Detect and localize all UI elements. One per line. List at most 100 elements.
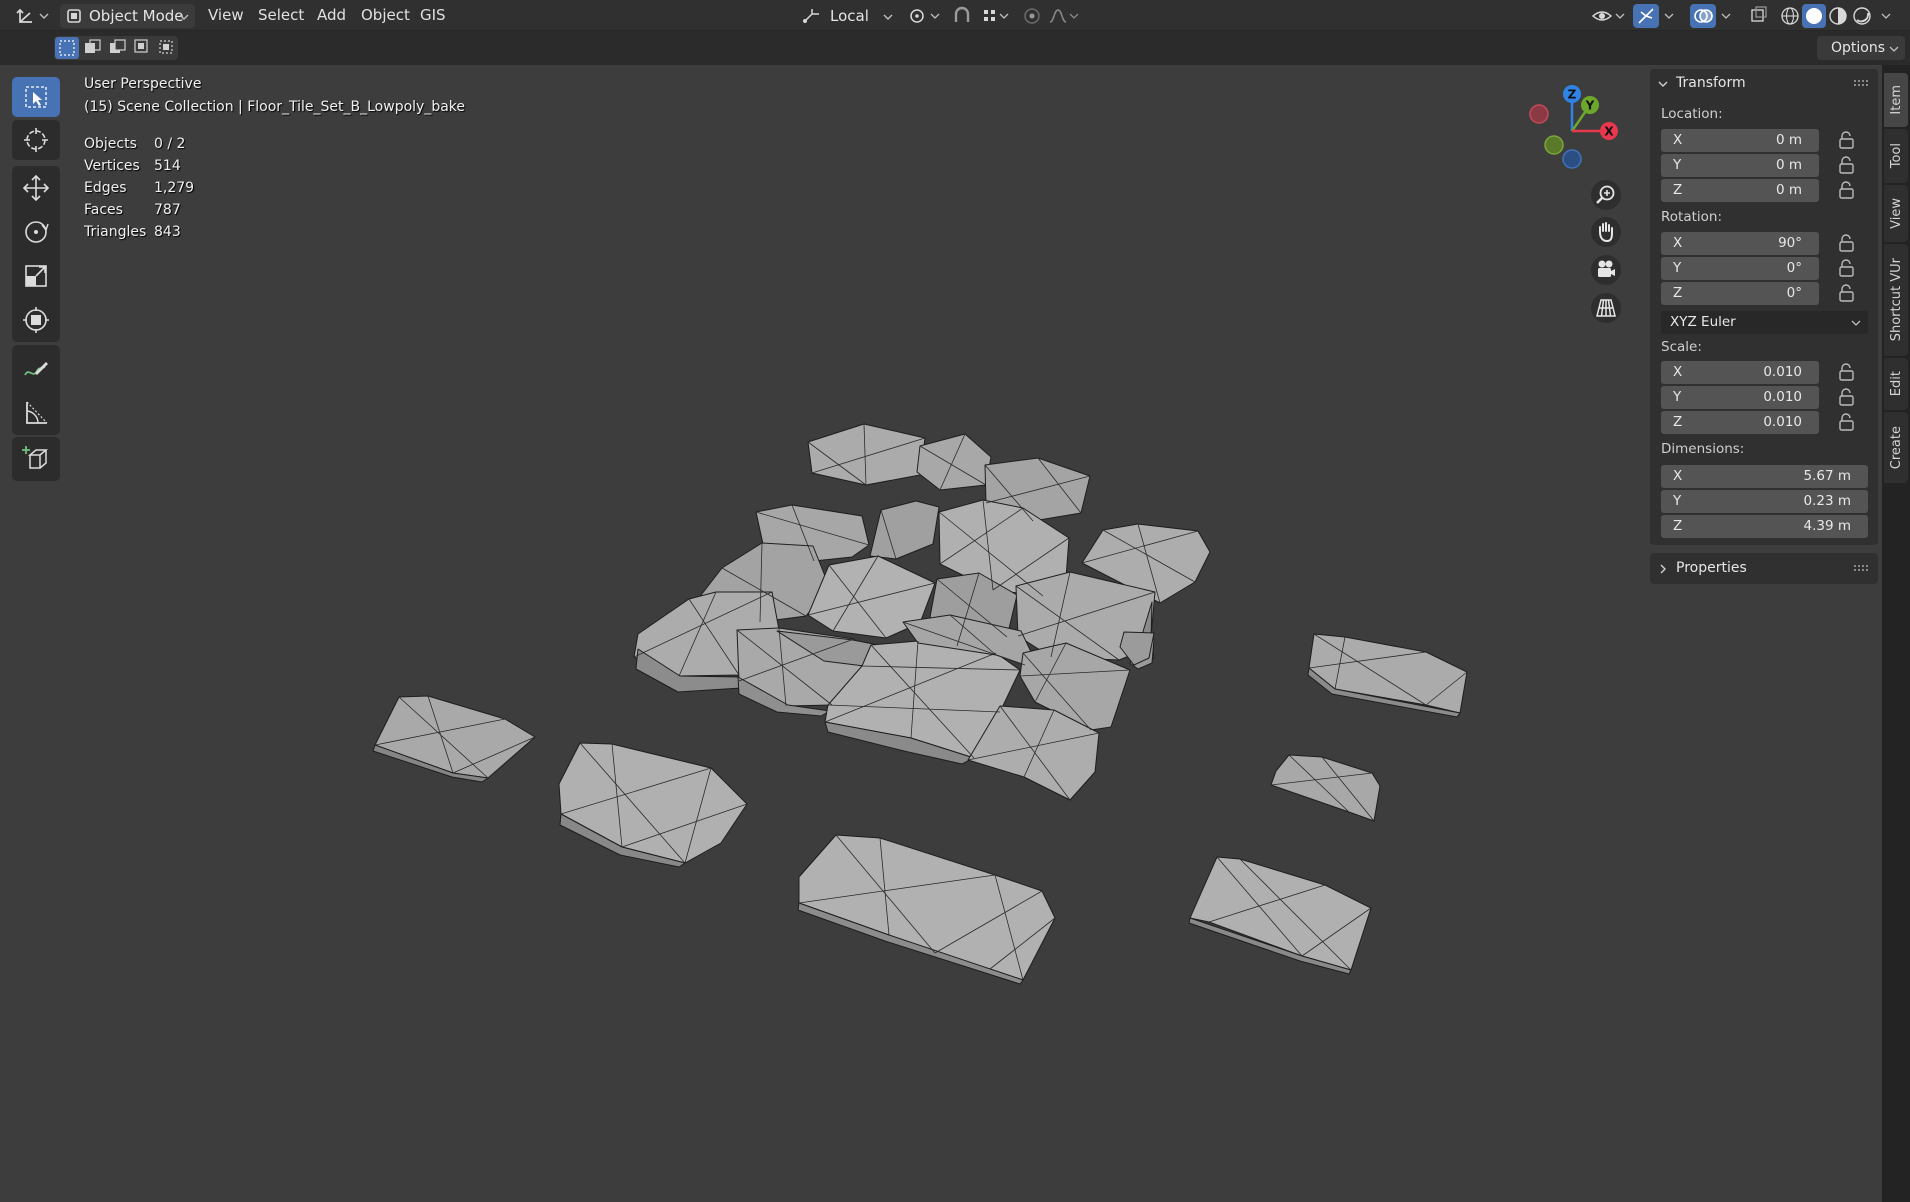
tile-right-top <box>1307 633 1468 718</box>
lock-icon[interactable] <box>1837 259 1857 277</box>
perspective-grid-icon[interactable] <box>1590 292 1622 324</box>
stats-objects-label: Objects <box>84 136 137 152</box>
add-cube-tool[interactable] <box>12 437 60 481</box>
lock-icon[interactable] <box>1837 363 1857 381</box>
overlay-toggle[interactable] <box>1690 4 1716 28</box>
selection-mode-icons[interactable] <box>54 36 178 60</box>
zoom-icon[interactable] <box>1590 179 1622 211</box>
stats-triangles-label: Triangles <box>84 224 147 240</box>
annotate-pencil-icon <box>24 361 48 375</box>
neg-x-handle[interactable] <box>1529 104 1549 124</box>
rotation-mode-dropdown[interactable]: XYZ Euler <box>1661 311 1868 334</box>
tab-item[interactable]: Item <box>1884 73 1908 127</box>
chevron-down-icon[interactable] <box>1657 78 1669 90</box>
move-tool[interactable] <box>12 166 60 210</box>
location-z-field[interactable]: Z0 m <box>1661 179 1819 202</box>
location-x-field[interactable]: X0 m <box>1661 129 1819 152</box>
overlay-icon <box>1694 9 1713 23</box>
lock-icon[interactable] <box>1837 388 1857 406</box>
snap-toggle[interactable] <box>950 4 1010 28</box>
lock-icon[interactable] <box>1837 156 1857 174</box>
rotate-tool[interactable] <box>12 210 60 254</box>
camera-view-icon[interactable] <box>1590 254 1622 286</box>
location-y-field[interactable]: Y0 m <box>1661 154 1819 177</box>
measure-ruler-icon <box>26 401 48 424</box>
editor-type-button[interactable] <box>10 4 52 28</box>
pan-hand-icon[interactable] <box>1590 216 1622 248</box>
z-axis-label: Z <box>1568 88 1577 102</box>
pivot-icon <box>910 9 940 23</box>
tab-create[interactable]: Create <box>1884 412 1908 483</box>
tab-tool[interactable]: Tool <box>1884 129 1908 183</box>
xray-toggle[interactable] <box>1748 4 1770 28</box>
dimensions-x-field[interactable]: X 5.67 m <box>1661 465 1868 488</box>
select-box-tool[interactable] <box>12 77 60 117</box>
menu-view[interactable]: View <box>208 0 244 31</box>
view-name: User Perspective <box>84 76 202 92</box>
cursor-tool[interactable] <box>12 120 60 160</box>
proportional-editing-toggle[interactable] <box>1020 4 1084 28</box>
tab-shortcut-vur[interactable]: Shortcut VUr <box>1884 244 1908 356</box>
visibility-button[interactable] <box>1590 4 1628 28</box>
options-dropdown[interactable]: Options <box>1817 36 1905 60</box>
shading-dropdown[interactable] <box>1876 4 1898 28</box>
tile-left-small <box>372 695 536 783</box>
options-label: Options <box>1831 40 1886 56</box>
rotate-icon <box>25 221 49 243</box>
properties-panel[interactable]: Properties <box>1650 553 1878 584</box>
rotation-x-field[interactable]: X 90° <box>1661 232 1819 255</box>
menu-gis[interactable]: GIS <box>420 0 446 31</box>
transform-tool[interactable] <box>12 298 60 342</box>
menu-add[interactable]: Add <box>317 0 346 31</box>
tile-bottom-center <box>797 834 1056 985</box>
menu-select[interactable]: Select <box>258 0 304 31</box>
tab-view[interactable]: View <box>1884 185 1908 242</box>
lock-icon[interactable] <box>1837 413 1857 431</box>
chevron-down-icon <box>1721 13 1731 19</box>
stats-edges-value: 1,279 <box>154 180 195 196</box>
chevron-down-icon <box>883 14 893 20</box>
tile-right-bottom <box>1188 856 1372 975</box>
transform-title[interactable]: Transform <box>1676 75 1746 91</box>
dimensions-label: Dimensions: <box>1661 441 1745 457</box>
tab-edit[interactable]: Edit <box>1884 358 1908 410</box>
properties-title: Properties <box>1676 560 1747 576</box>
3d-viewport[interactable]: User Perspective (15) Scene Collection |… <box>0 65 1882 1202</box>
scale-z-field[interactable]: Z 0.010 <box>1661 411 1819 434</box>
gizmo-toggle[interactable] <box>1633 4 1659 28</box>
neg-z-handle[interactable] <box>1562 149 1582 169</box>
shading-material[interactable] <box>1826 4 1850 28</box>
drag-handle-icon[interactable] <box>1854 80 1870 88</box>
scale-tool[interactable] <box>12 254 60 298</box>
shading-wireframe[interactable] <box>1778 4 1802 28</box>
lock-icon[interactable] <box>1837 181 1857 199</box>
dimensions-y-field[interactable]: Y 0.23 m <box>1661 490 1868 513</box>
shading-rendered[interactable] <box>1850 4 1874 28</box>
pivot-point-button[interactable] <box>905 4 945 28</box>
annotate-tool[interactable] <box>12 345 60 390</box>
overlay-dropdown[interactable] <box>1718 4 1736 28</box>
lock-icon[interactable] <box>1837 234 1857 252</box>
transform-orientation-selector[interactable]: Local <box>798 4 898 28</box>
scale-x-field[interactable]: X 0.010 <box>1661 361 1819 384</box>
tool-settings-bar: Options <box>0 31 1910 65</box>
shading-solid[interactable] <box>1802 4 1826 28</box>
lock-icon[interactable] <box>1837 131 1857 149</box>
navigation-gizmo[interactable]: Z Y X <box>1522 81 1622 181</box>
dimensions-z-field[interactable]: Z 4.39 m <box>1661 515 1868 538</box>
scale-y-field[interactable]: Y 0.010 <box>1661 386 1819 409</box>
measure-tool[interactable] <box>12 390 60 435</box>
scale-icon <box>25 265 47 287</box>
rotation-y-field[interactable]: Y 0° <box>1661 257 1819 280</box>
scene-mesh[interactable] <box>0 65 1645 1202</box>
sidebar-tabs: Item Tool View Shortcut VUr Edit Create <box>1882 65 1910 1202</box>
neg-y-handle[interactable] <box>1544 135 1564 155</box>
mode-selector[interactable]: Object Mode <box>60 4 195 28</box>
mode-label: Object Mode <box>89 7 184 25</box>
lock-icon[interactable] <box>1837 284 1857 302</box>
gizmo-dropdown[interactable] <box>1661 4 1679 28</box>
drag-handle-icon[interactable] <box>1854 565 1870 573</box>
xray-icon <box>1751 6 1767 22</box>
menu-object[interactable]: Object <box>361 0 410 31</box>
rotation-z-field[interactable]: Z 0° <box>1661 282 1819 305</box>
